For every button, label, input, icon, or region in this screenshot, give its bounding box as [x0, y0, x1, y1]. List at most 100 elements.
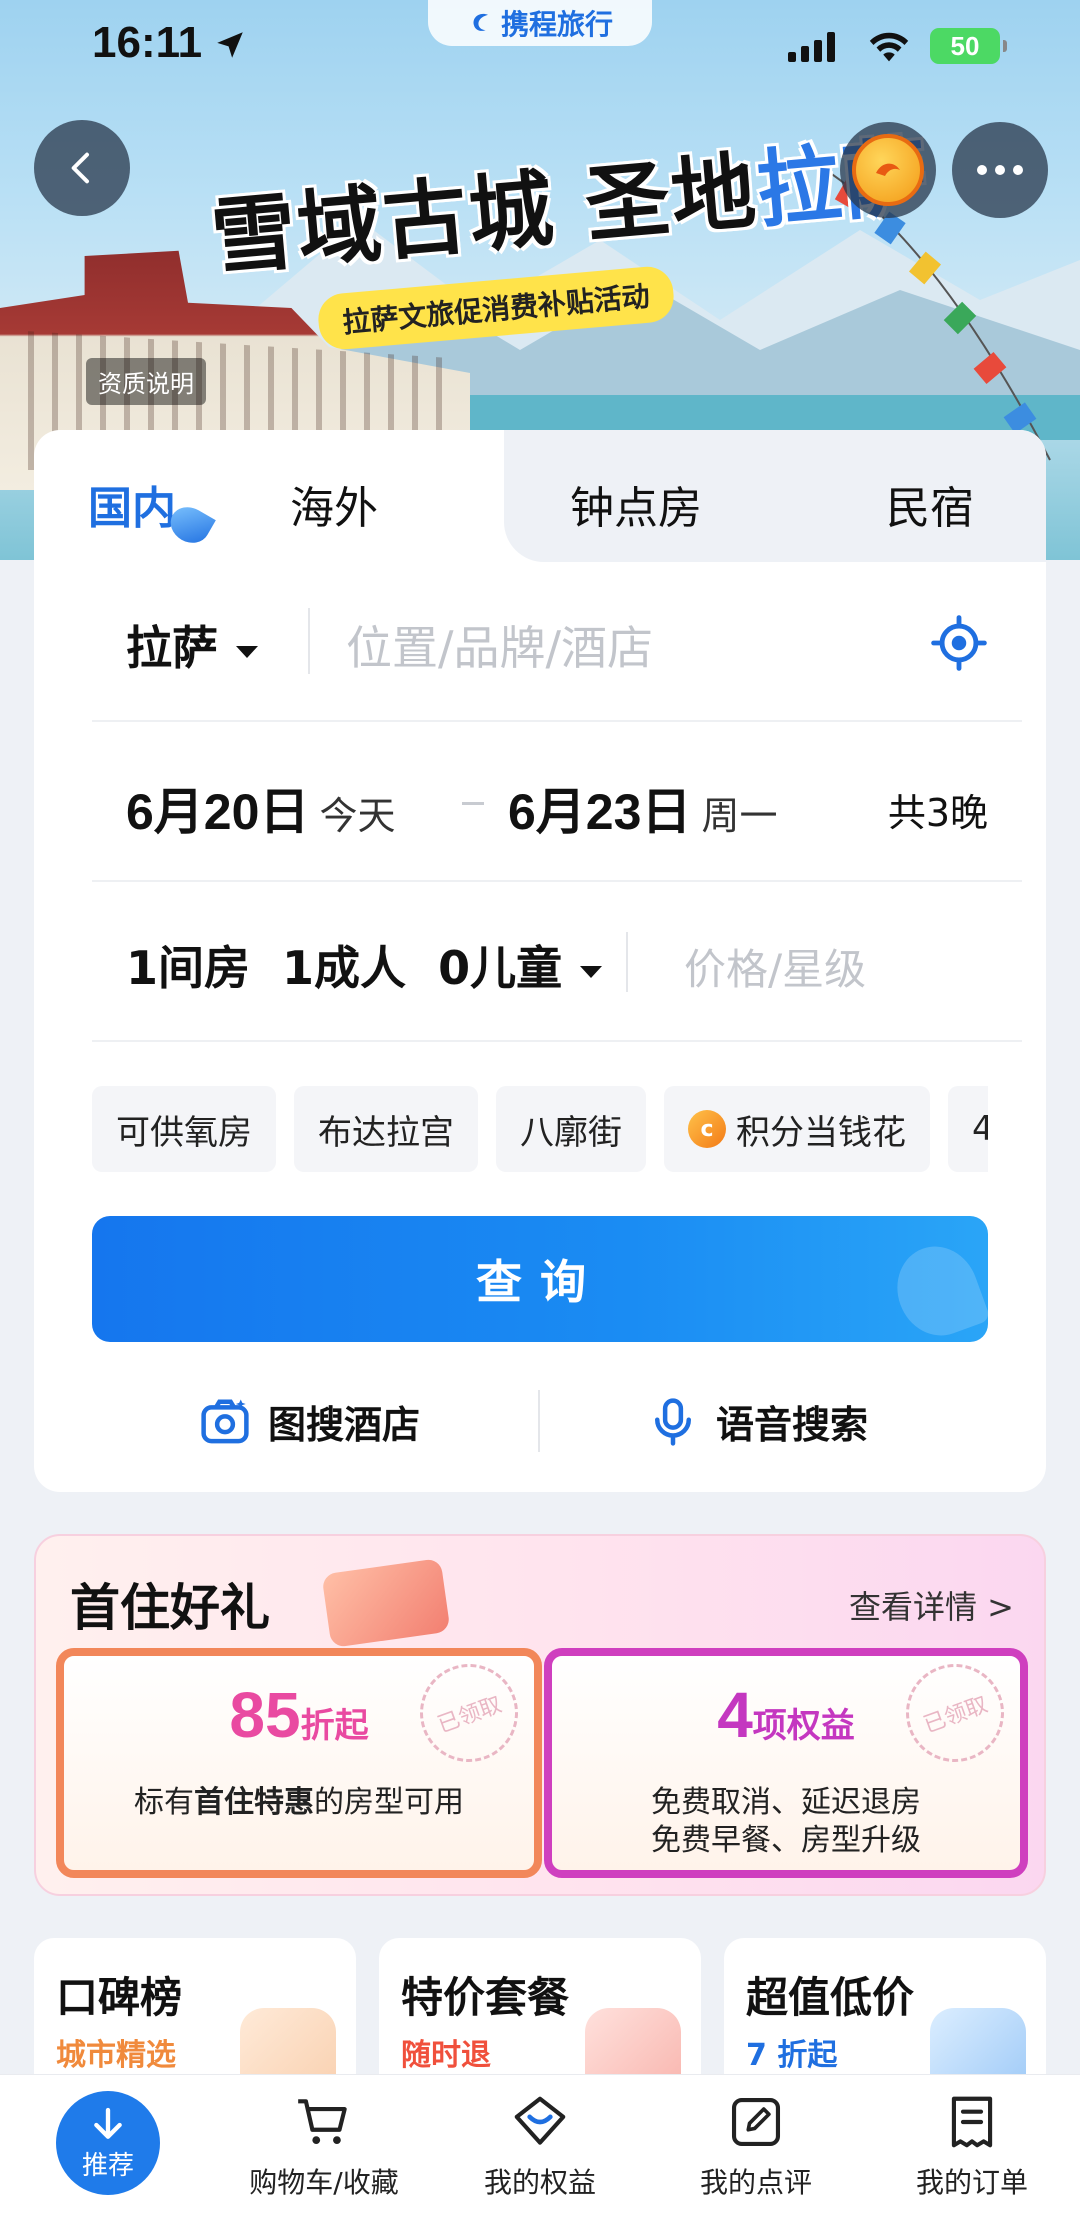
checkout-date[interactable]: 6月23日 周一 — [508, 772, 777, 844]
feature-title: 口碑榜 — [56, 1973, 183, 2022]
points-coin-icon: c — [688, 1110, 726, 1148]
more-dot-icon — [977, 165, 987, 175]
chip-label: 可供氧房 — [116, 1112, 252, 1153]
city-name: 拉萨 — [126, 621, 218, 675]
chip-label: 4 — [972, 1109, 988, 1149]
coin-avatar-button[interactable] — [840, 122, 936, 218]
more-button[interactable] — [952, 122, 1048, 218]
tab-benefits[interactable]: 我的权益 — [440, 2089, 640, 2201]
checkout-day: 周一 — [701, 794, 778, 838]
search-tabs: 国内 海外 钟点房 民宿 — [34, 430, 1046, 562]
search-button-label: 查询 — [476, 1255, 604, 1309]
feature-title: 特价套餐 — [401, 1973, 570, 2022]
app-name-pill[interactable]: 携程旅行 — [428, 0, 652, 46]
chip-more[interactable]: 4 — [948, 1086, 988, 1172]
tab-reviews[interactable]: 我的点评 — [656, 2089, 856, 2201]
date-separator — [462, 802, 484, 805]
chip-label: 积分当钱花 — [736, 1112, 906, 1153]
destination-row: 拉萨 位置/品牌/酒店 — [92, 562, 1022, 722]
claimed-stamp: 已领取 — [892, 1650, 1018, 1776]
benefit-number: 4 — [717, 1679, 753, 1751]
benefit-line-2: 免费早餐、房型升级 — [651, 1823, 921, 1858]
divider — [308, 608, 310, 674]
tab-hourly[interactable]: 钟点房 — [570, 472, 702, 536]
coin-icon — [852, 134, 924, 206]
tab-benefits-label: 我的权益 — [483, 2166, 596, 2199]
status-bar: 16:11 携程旅行 50 — [0, 0, 1080, 95]
claimed-stamp: 已领取 — [406, 1650, 532, 1776]
hotel-search-card: 国内 海外 钟点房 民宿 拉萨 位置/品牌/酒店 6月20日 今天 6月23日 周一… — [34, 430, 1046, 1492]
date-row[interactable]: 6月20日 今天 6月23日 周一 共3晚 — [92, 722, 1022, 882]
tab-domestic[interactable]: 国内 — [88, 472, 176, 536]
checkout-date-value: 6月23日 — [508, 784, 692, 840]
cart-icon — [298, 2099, 347, 2144]
more-dot-icon — [1013, 165, 1023, 175]
location-arrow-icon — [217, 32, 243, 58]
benefit-line-1: 免费取消、延迟退房 — [651, 1785, 921, 1820]
tab-recommend[interactable]: 推荐 — [56, 2091, 160, 2195]
coupon-benefit-desc: 免费取消、延迟退房 免费早餐、房型升级 — [552, 1784, 1020, 1860]
price-star-filter[interactable]: 价格/星级 — [684, 936, 866, 997]
caret-down-icon — [236, 645, 258, 658]
chip-potala-palace[interactable]: 布达拉宫 — [294, 1086, 478, 1172]
benefits-coupon[interactable]: 4项权益 免费取消、延迟退房 免费早餐、房型升级 已领取 — [544, 1648, 1028, 1878]
quick-filter-chips: 可供氧房 布达拉宫 八廓街 c 积分当钱花 4 — [92, 1086, 988, 1172]
image-search-label: 图搜酒店 — [268, 1403, 421, 1447]
tab-reviews-label: 我的点评 — [699, 2166, 812, 2199]
feature-subtitle: 城市精选 — [56, 2038, 176, 2073]
battery-indicator: 50 — [930, 28, 1007, 64]
checkin-day: 今天 — [319, 794, 396, 838]
feature-subtitle: 随时退 — [401, 2038, 491, 2073]
tab-homestay[interactable]: 民宿 — [886, 472, 974, 536]
room-guest-selector[interactable]: 1间房 1成人 0儿童 — [126, 932, 603, 998]
status-time: 16:11 — [92, 18, 203, 67]
edit-review-icon — [731, 2097, 781, 2147]
image-search-button[interactable]: 图搜酒店 — [198, 1394, 420, 1449]
nights-count: 共3晚 — [887, 791, 988, 835]
chevron-left-icon — [71, 152, 89, 184]
chip-barkhor-street[interactable]: 八廓街 — [496, 1086, 646, 1172]
promo-title: 首住好礼 — [70, 1578, 270, 1637]
back-button[interactable] — [34, 120, 130, 216]
tab-cart-label: 购物车/收藏 — [249, 2166, 399, 2199]
app-name: 携程旅行 — [500, 8, 613, 41]
caret-down-icon — [580, 965, 603, 978]
search-button[interactable]: 查询 — [92, 1216, 988, 1342]
qualification-link[interactable]: 资质说明 — [86, 358, 206, 405]
keyword-input[interactable]: 位置/品牌/酒店 — [346, 612, 653, 678]
voice-search-label: 语音搜索 — [716, 1403, 869, 1447]
tab-cart[interactable]: 购物车/收藏 — [224, 2089, 424, 2201]
discount-number: 85 — [229, 1679, 301, 1751]
button-decoration — [885, 1235, 988, 1342]
guests-row: 1间房 1成人 0儿童 价格/星级 — [92, 882, 1022, 1042]
bottom-tab-bar: 推荐 购物车/收藏 我的权益 我的点评 我的订单 — [0, 2074, 1080, 2218]
city-selector[interactable]: 拉萨 — [126, 612, 258, 678]
divider — [626, 932, 628, 992]
voice-search-button[interactable]: 语音搜索 — [646, 1394, 868, 1449]
order-list-icon — [951, 2096, 993, 2148]
discount-coupon[interactable]: 85折起 标有首住特惠的房型可用 已领取 — [56, 1648, 542, 1878]
checkin-date-value: 6月20日 — [126, 784, 310, 840]
tool-divider — [538, 1390, 540, 1452]
view-details-link[interactable]: 查看详情 > — [849, 1582, 1014, 1628]
ctrip-logo-icon — [473, 13, 488, 31]
chip-points[interactable]: c 积分当钱花 — [664, 1086, 930, 1172]
tab-overseas[interactable]: 海外 — [290, 472, 378, 536]
room-guest-value: 1间房 1成人 0儿童 — [126, 941, 563, 995]
discount-unit: 折起 — [300, 1706, 369, 1746]
coupon-discount-desc: 标有首住特惠的房型可用 — [64, 1784, 534, 1822]
tab-orders[interactable]: 我的订单 — [872, 2089, 1072, 2201]
tab-recommend-label: 推荐 — [81, 2150, 134, 2181]
wifi-icon — [869, 32, 909, 62]
locate-icon[interactable] — [930, 614, 988, 672]
desc-prefix: 标有 — [134, 1785, 194, 1820]
first-stay-gift-card[interactable]: 首住好礼 查看详情 > 85折起 标有首住特惠的房型可用 已领取 4项权益 免费… — [34, 1534, 1046, 1896]
gift-box-icon — [321, 1558, 451, 1648]
chip-oxygen-room[interactable]: 可供氧房 — [92, 1086, 276, 1172]
microphone-icon — [655, 1397, 691, 1446]
feature-title: 超值低价 — [746, 1973, 915, 2022]
camera-search-icon — [201, 1399, 249, 1443]
checkin-date[interactable]: 6月20日 今天 — [126, 772, 395, 844]
tab-orders-label: 我的订单 — [915, 2166, 1028, 2199]
chip-label: 八廓街 — [520, 1112, 622, 1153]
